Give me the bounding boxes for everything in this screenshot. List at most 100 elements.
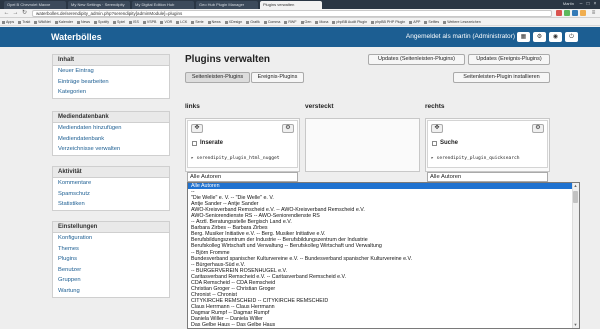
author-select-left[interactable]: Alle Autoren [187, 172, 298, 182]
browser-address-bar: ← → ↻ waterbolles.de/serendipity_admin.p… [0, 9, 600, 18]
author-select-right[interactable]: Alle Autoren [427, 172, 548, 182]
maximize-icon[interactable]: □ [585, 1, 591, 7]
sidebar-heading: Aktivität [53, 167, 169, 178]
sidebar-item-categories[interactable]: Kategorien [53, 87, 169, 98]
dashboard-icon[interactable]: ▦ [517, 32, 530, 42]
author-dropdown-list[interactable]: Alle Autoren -- "Die Welle" e. V. -- "Die … [187, 182, 580, 329]
bookmark-item[interactable]: Apps [2, 18, 14, 25]
update-sidebar-plugins-button[interactable]: Updates (Seitenleisten-Plugins) [368, 54, 465, 65]
browser-tab[interactable]: Geo Hub Plugin Manager [196, 1, 258, 9]
forward-icon[interactable]: → [12, 10, 19, 17]
scrollbar-thumb[interactable] [573, 191, 578, 203]
scroll-down-icon[interactable]: ▼ [572, 322, 579, 328]
bookmark-item[interactable]: News [77, 18, 90, 25]
logout-icon[interactable]: ⏻ [565, 32, 578, 42]
url-input[interactable]: waterbolles.de/serendipity_admin.php?ser… [32, 10, 552, 17]
extension-icon[interactable] [580, 10, 586, 16]
bookmark-item[interactable]: VSPB [143, 18, 157, 25]
menu-icon[interactable]: ≡ [590, 10, 597, 17]
bookmark-item[interactable]: News [208, 18, 221, 25]
bookmark-item[interactable]: APP [409, 18, 420, 25]
browser-user-name[interactable]: Martin [563, 0, 574, 8]
view-site-icon[interactable]: ◉ [549, 32, 562, 42]
bookmark-item[interactable]: Gen [301, 18, 312, 25]
plugin-column-hidden[interactable] [305, 118, 420, 172]
sidebar-item-edit-entries[interactable]: Einträge bearbeiten [53, 77, 169, 88]
bookmark-item[interactable]: Serie [191, 18, 203, 25]
sidebar-heading: Inhalt [53, 55, 169, 66]
bookmark-item[interactable]: phpBB PHP Plugin [371, 18, 405, 25]
bookmark-item[interactable]: XDesign [225, 18, 243, 25]
column-heading-right: rechts [425, 103, 445, 110]
plugin-card-right[interactable]: ✥ ⚙ Suche serendipity_plugin_quicksearch [427, 120, 548, 168]
sidebar-section-content: Inhalt Neuer Eintrag Einträge bearbeiten… [52, 54, 170, 99]
bookmark-item[interactable]: Weitere Lesezeichen [443, 18, 481, 25]
dropdown-option[interactable]: Das Gelbe Haus -- Das Gelbe Haus [188, 322, 579, 328]
bookmark-item[interactable]: Kalender [55, 18, 73, 25]
browser-tab[interactable]: My New Settings · Serendipity [68, 1, 130, 9]
install-sidebar-plugin-button[interactable]: Seitenleisten-Plugin installieren [453, 72, 550, 83]
bookmark-item[interactable]: Grafik [246, 18, 260, 25]
bookmark-item[interactable]: VOR [160, 18, 172, 25]
bookmark-item[interactable]: Trakt [18, 18, 30, 25]
sidebar-item-manage-directories[interactable]: Verzeichnisse verwalten [53, 144, 169, 155]
update-event-plugins-button[interactable]: Updates (Ereignis-Plugins) [468, 54, 550, 65]
extension-icon[interactable] [564, 10, 570, 16]
plugin-title: Suche [440, 140, 459, 146]
browser-tab-active[interactable]: Plugins verwalten [260, 1, 322, 9]
sidebar-item-add-media[interactable]: Mediendaten hinzufügen [53, 123, 169, 134]
plugin-class-name[interactable]: serendipity_plugin_quicksearch [431, 156, 520, 161]
bookmark-item[interactable]: Spotify [94, 18, 109, 25]
sidebar-item-maintenance[interactable]: Wartung [53, 286, 169, 297]
sidebar-item-themes[interactable]: Themes [53, 244, 169, 255]
sidebar-item-users[interactable]: Benutzer [53, 265, 169, 276]
sidebar-item-spam-protection[interactable]: Spamschutz [53, 189, 169, 200]
sidebar-section-activity: Aktivität Kommentare Spamschutz Statisti… [52, 166, 170, 211]
plugin-select-checkbox[interactable] [192, 141, 197, 146]
dropdown-options: Alle Autoren -- "Die Welle" e. V. -- "Die … [188, 183, 579, 328]
bookmark-item[interactable]: WikiNet [34, 18, 50, 25]
tab-sidebar-plugins[interactable]: Seitenleisten-Plugins [185, 72, 250, 83]
tab-event-plugins[interactable]: Ereignis-Plugins [251, 72, 304, 83]
browser-tab-bar: Opel B Chevrolet Maxxe My New Settings ·… [0, 0, 600, 9]
configure-icon[interactable]: ⚙ [532, 124, 544, 133]
dropdown-scrollbar[interactable]: ▲ ▼ [572, 183, 579, 328]
plugin-title: Inserate [200, 140, 224, 146]
extension-icon[interactable] [572, 10, 578, 16]
minimize-icon[interactable]: – [578, 1, 584, 7]
move-icon[interactable]: ✥ [431, 124, 443, 133]
plugin-class-name[interactable]: serendipity_plugin_html_nugget [191, 156, 280, 161]
bookmark-item[interactable]: LCK [176, 18, 187, 25]
plugin-select-checkbox[interactable] [432, 141, 437, 146]
sidebar-item-new-entry[interactable]: Neuer Eintrag [53, 66, 169, 77]
settings-icon[interactable]: ⚙ [533, 32, 546, 42]
sidebar-section-settings: Einstellungen Konfiguration Themes Plugi… [52, 221, 170, 298]
extension-icon[interactable] [556, 10, 562, 16]
bookmark-item[interactable]: Mona [315, 18, 328, 25]
sidebar-heading: Einstellungen [53, 222, 169, 233]
site-title[interactable]: Waterbölles [51, 27, 102, 47]
back-icon[interactable]: ← [3, 10, 10, 17]
bookmark-item[interactable]: Selfies [424, 18, 439, 25]
sidebar-item-groups[interactable]: Gruppen [53, 275, 169, 286]
bookmark-item[interactable]: RWF [284, 18, 296, 25]
plugin-card-left[interactable]: ✥ ⚙ Inserate serendipity_plugin_html_nug… [187, 120, 298, 168]
move-icon[interactable]: ✥ [191, 124, 203, 133]
browser-tab[interactable]: My Digital Edition Hub [132, 1, 194, 9]
bookmark-item[interactable]: Spiel [113, 18, 125, 25]
sidebar-item-configuration[interactable]: Konfiguration [53, 233, 169, 244]
page-title: Plugins verwalten [185, 54, 271, 65]
browser-tab[interactable]: Opel B Chevrolet Maxxe [4, 1, 66, 9]
scroll-up-icon[interactable]: ▲ [572, 183, 579, 189]
bookmark-item[interactable]: phpBB Audit Plugin [332, 18, 367, 25]
sidebar-item-plugins[interactable]: Plugins [53, 254, 169, 265]
app-header: Waterbölles Angemeldet als martin (Admin… [0, 27, 600, 47]
sidebar-item-comments[interactable]: Kommentare [53, 178, 169, 189]
bookmark-item[interactable]: Comma [264, 18, 281, 25]
bookmark-item[interactable]: ISS [129, 18, 139, 25]
reload-icon[interactable]: ↻ [21, 10, 28, 17]
configure-icon[interactable]: ⚙ [282, 124, 294, 133]
sidebar-item-media-library[interactable]: Mediendatenbank [53, 134, 169, 145]
close-icon[interactable]: × [592, 1, 598, 7]
sidebar-item-statistics[interactable]: Statistiken [53, 199, 169, 210]
